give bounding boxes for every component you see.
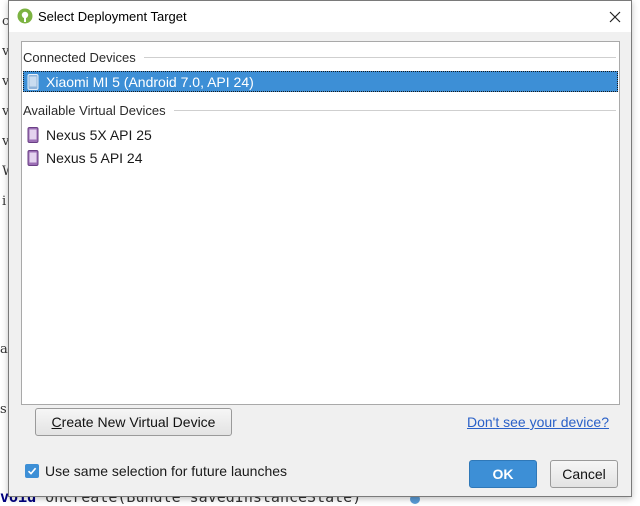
create-button-label: reate New Virtual Device [61, 414, 216, 430]
virtual-phone-icon [27, 149, 39, 166]
create-new-virtual-device-button[interactable]: Create New Virtual Device [35, 408, 232, 436]
section-divider [143, 56, 616, 58]
phone-icon [27, 73, 39, 90]
background-code-fragment: a [0, 342, 8, 357]
device-item-nexus-5x-api-25[interactable]: Nexus 5X API 25 [23, 124, 618, 145]
dialog-title: Select Deployment Target [38, 9, 187, 24]
device-label: Nexus 5 API 24 [46, 149, 143, 166]
use-same-selection-checkbox[interactable] [25, 464, 39, 478]
use-same-selection-label[interactable]: Use same selection for future launches [45, 463, 287, 479]
device-label: Nexus 5X API 25 [46, 126, 152, 143]
android-studio-icon [17, 8, 33, 24]
select-deployment-target-dialog: Select Deployment Target Connected Devic… [8, 0, 632, 497]
available-virtual-devices-header: Available Virtual Devices [23, 100, 618, 120]
connected-devices-header: Connected Devices [23, 47, 618, 67]
use-same-selection-option: Use same selection for future launches [25, 462, 287, 480]
connected-devices-label: Connected Devices [23, 49, 136, 65]
background-code-fragment: i [2, 194, 7, 209]
background-code-fragment: s [0, 402, 7, 417]
create-button-mnemonic: C [51, 414, 62, 430]
checkmark-icon [27, 467, 37, 475]
device-item-nexus-5-api-24[interactable]: Nexus 5 API 24 [23, 147, 618, 168]
dont-see-your-device-link[interactable]: Don't see your device? [467, 414, 609, 430]
device-list: Connected Devices Xiaomi MI 5 (Android 7… [21, 41, 620, 405]
close-icon [609, 11, 621, 22]
screen: c v v v v W i a s void onCreate(Bundle s… [0, 0, 640, 506]
device-label: Xiaomi MI 5 (Android 7.0, API 24) [46, 73, 254, 90]
virtual-phone-icon [27, 126, 39, 143]
cancel-button[interactable]: Cancel [550, 460, 618, 488]
section-divider [173, 109, 616, 111]
close-button[interactable] [599, 1, 631, 32]
ok-button[interactable]: OK [469, 460, 537, 488]
available-virtual-devices-label: Available Virtual Devices [23, 102, 166, 118]
device-item-xiaomi-mi5[interactable]: Xiaomi MI 5 (Android 7.0, API 24) [23, 71, 618, 92]
title-bar: Select Deployment Target [9, 1, 631, 32]
